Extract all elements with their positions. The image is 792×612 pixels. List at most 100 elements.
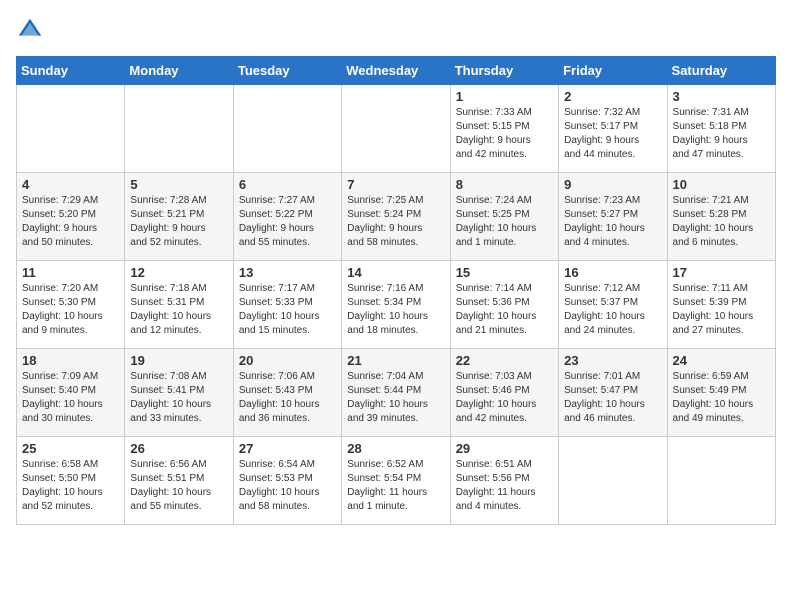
day-number: 17: [673, 265, 770, 280]
day-info: Sunrise: 6:58 AM Sunset: 5:50 PM Dayligh…: [22, 458, 119, 514]
header-cell-tuesday: Tuesday: [233, 57, 341, 85]
calendar-table: SundayMondayTuesdayWednesdayThursdayFrid…: [16, 56, 776, 525]
day-number: 3: [673, 89, 770, 104]
day-cell: 1 Sunrise: 7:33 AM Sunset: 5:15 PM Daylig…: [450, 85, 558, 173]
day-cell: 27Sunrise: 6:54 AM Sunset: 5:53 PM Dayli…: [233, 437, 341, 525]
day-info: Sunrise: 7:21 AM Sunset: 5:28 PM Dayligh…: [673, 194, 770, 250]
day-info: Sunrise: 7:29 AM Sunset: 5:20 PM Dayligh…: [22, 194, 119, 250]
day-cell: [17, 85, 125, 173]
day-cell: 19 Sunrise: 7:08 AM Sunset: 5:41 PM Dayli…: [125, 349, 233, 437]
day-info: Sunrise: 7:01 AM Sunset: 5:47 PM Dayligh…: [564, 370, 661, 426]
day-number: 5: [130, 177, 227, 192]
day-number: 21: [347, 353, 444, 368]
day-cell: [342, 85, 450, 173]
day-cell: 20 Sunrise: 7:06 AM Sunset: 5:43 PM Dayli…: [233, 349, 341, 437]
day-number: 25: [22, 441, 119, 456]
header: [16, 16, 776, 44]
day-number: 1: [456, 89, 553, 104]
day-cell: 14Sunrise: 7:16 AM Sunset: 5:34 PM Dayli…: [342, 261, 450, 349]
day-cell: 13 Sunrise: 7:17 AM Sunset: 5:33 PM Dayli…: [233, 261, 341, 349]
day-number: 8: [456, 177, 553, 192]
day-number: 10: [673, 177, 770, 192]
week-row-2: 11 Sunrise: 7:20 AM Sunset: 5:30 PM Dayli…: [17, 261, 776, 349]
day-number: 28: [347, 441, 444, 456]
day-cell: 9Sunrise: 7:23 AM Sunset: 5:27 PM Daylig…: [559, 173, 667, 261]
day-number: 19: [130, 353, 227, 368]
day-cell: 21 Sunrise: 7:04 AM Sunset: 5:44 PM Dayli…: [342, 349, 450, 437]
day-cell: 16 Sunrise: 7:12 AM Sunset: 5:37 PM Dayli…: [559, 261, 667, 349]
day-number: 9: [564, 177, 661, 192]
header-cell-saturday: Saturday: [667, 57, 775, 85]
day-number: 22: [456, 353, 553, 368]
day-info: Sunrise: 7:09 AM Sunset: 5:40 PM Dayligh…: [22, 370, 119, 426]
day-cell: [559, 437, 667, 525]
day-cell: 17 Sunrise: 7:11 AM Sunset: 5:39 PM Dayli…: [667, 261, 775, 349]
day-cell: 18Sunrise: 7:09 AM Sunset: 5:40 PM Dayli…: [17, 349, 125, 437]
day-cell: 24 Sunrise: 6:59 AM Sunset: 5:49 PM Dayli…: [667, 349, 775, 437]
header-cell-monday: Monday: [125, 57, 233, 85]
day-cell: 4 Sunrise: 7:29 AM Sunset: 5:20 PM Daylig…: [17, 173, 125, 261]
day-number: 29: [456, 441, 553, 456]
day-cell: [125, 85, 233, 173]
day-number: 7: [347, 177, 444, 192]
day-number: 23: [564, 353, 661, 368]
header-cell-sunday: Sunday: [17, 57, 125, 85]
day-cell: 28 Sunrise: 6:52 AM Sunset: 5:54 PM Dayli…: [342, 437, 450, 525]
day-number: 13: [239, 265, 336, 280]
header-cell-wednesday: Wednesday: [342, 57, 450, 85]
week-row-3: 18Sunrise: 7:09 AM Sunset: 5:40 PM Dayli…: [17, 349, 776, 437]
day-number: 2: [564, 89, 661, 104]
day-info: Sunrise: 7:04 AM Sunset: 5:44 PM Dayligh…: [347, 370, 444, 426]
day-cell: 6Sunrise: 7:27 AM Sunset: 5:22 PM Daylig…: [233, 173, 341, 261]
day-number: 6: [239, 177, 336, 192]
day-number: 26: [130, 441, 227, 456]
day-cell: 2 Sunrise: 7:32 AM Sunset: 5:17 PM Daylig…: [559, 85, 667, 173]
logo: [16, 16, 48, 44]
day-number: 11: [22, 265, 119, 280]
day-cell: 15Sunrise: 7:14 AM Sunset: 5:36 PM Dayli…: [450, 261, 558, 349]
day-cell: 3 Sunrise: 7:31 AM Sunset: 5:18 PM Daylig…: [667, 85, 775, 173]
day-info: Sunrise: 6:51 AM Sunset: 5:56 PM Dayligh…: [456, 458, 553, 514]
logo-icon: [16, 16, 44, 44]
day-info: Sunrise: 7:33 AM Sunset: 5:15 PM Dayligh…: [456, 106, 553, 162]
day-number: 20: [239, 353, 336, 368]
day-number: 16: [564, 265, 661, 280]
day-info: Sunrise: 7:08 AM Sunset: 5:41 PM Dayligh…: [130, 370, 227, 426]
day-info: Sunrise: 7:28 AM Sunset: 5:21 PM Dayligh…: [130, 194, 227, 250]
day-number: 4: [22, 177, 119, 192]
day-info: Sunrise: 6:56 AM Sunset: 5:51 PM Dayligh…: [130, 458, 227, 514]
day-cell: 12 Sunrise: 7:18 AM Sunset: 5:31 PM Dayli…: [125, 261, 233, 349]
day-cell: 7 Sunrise: 7:25 AM Sunset: 5:24 PM Daylig…: [342, 173, 450, 261]
day-info: Sunrise: 6:52 AM Sunset: 5:54 PM Dayligh…: [347, 458, 444, 514]
day-number: 15: [456, 265, 553, 280]
day-info: Sunrise: 7:25 AM Sunset: 5:24 PM Dayligh…: [347, 194, 444, 250]
day-number: 24: [673, 353, 770, 368]
day-info: Sunrise: 7:12 AM Sunset: 5:37 PM Dayligh…: [564, 282, 661, 338]
day-number: 12: [130, 265, 227, 280]
day-info: Sunrise: 7:17 AM Sunset: 5:33 PM Dayligh…: [239, 282, 336, 338]
day-cell: 8 Sunrise: 7:24 AM Sunset: 5:25 PM Daylig…: [450, 173, 558, 261]
day-info: Sunrise: 7:03 AM Sunset: 5:46 PM Dayligh…: [456, 370, 553, 426]
week-row-1: 4 Sunrise: 7:29 AM Sunset: 5:20 PM Daylig…: [17, 173, 776, 261]
day-cell: 5 Sunrise: 7:28 AM Sunset: 5:21 PM Daylig…: [125, 173, 233, 261]
day-number: 14: [347, 265, 444, 280]
day-info: Sunrise: 7:18 AM Sunset: 5:31 PM Dayligh…: [130, 282, 227, 338]
day-cell: 29 Sunrise: 6:51 AM Sunset: 5:56 PM Dayli…: [450, 437, 558, 525]
day-cell: 11 Sunrise: 7:20 AM Sunset: 5:30 PM Dayli…: [17, 261, 125, 349]
header-row: SundayMondayTuesdayWednesdayThursdayFrid…: [17, 57, 776, 85]
day-info: Sunrise: 7:20 AM Sunset: 5:30 PM Dayligh…: [22, 282, 119, 338]
day-cell: 26 Sunrise: 6:56 AM Sunset: 5:51 PM Dayli…: [125, 437, 233, 525]
day-info: Sunrise: 7:31 AM Sunset: 5:18 PM Dayligh…: [673, 106, 770, 162]
day-cell: [233, 85, 341, 173]
day-info: Sunrise: 7:24 AM Sunset: 5:25 PM Dayligh…: [456, 194, 553, 250]
day-info: Sunrise: 6:59 AM Sunset: 5:49 PM Dayligh…: [673, 370, 770, 426]
day-info: Sunrise: 7:11 AM Sunset: 5:39 PM Dayligh…: [673, 282, 770, 338]
week-row-0: 1 Sunrise: 7:33 AM Sunset: 5:15 PM Daylig…: [17, 85, 776, 173]
day-info: Sunrise: 7:06 AM Sunset: 5:43 PM Dayligh…: [239, 370, 336, 426]
day-info: Sunrise: 7:32 AM Sunset: 5:17 PM Dayligh…: [564, 106, 661, 162]
day-number: 27: [239, 441, 336, 456]
day-cell: 25 Sunrise: 6:58 AM Sunset: 5:50 PM Dayli…: [17, 437, 125, 525]
header-cell-thursday: Thursday: [450, 57, 558, 85]
day-cell: 22 Sunrise: 7:03 AM Sunset: 5:46 PM Dayli…: [450, 349, 558, 437]
day-cell: 23 Sunrise: 7:01 AM Sunset: 5:47 PM Dayli…: [559, 349, 667, 437]
